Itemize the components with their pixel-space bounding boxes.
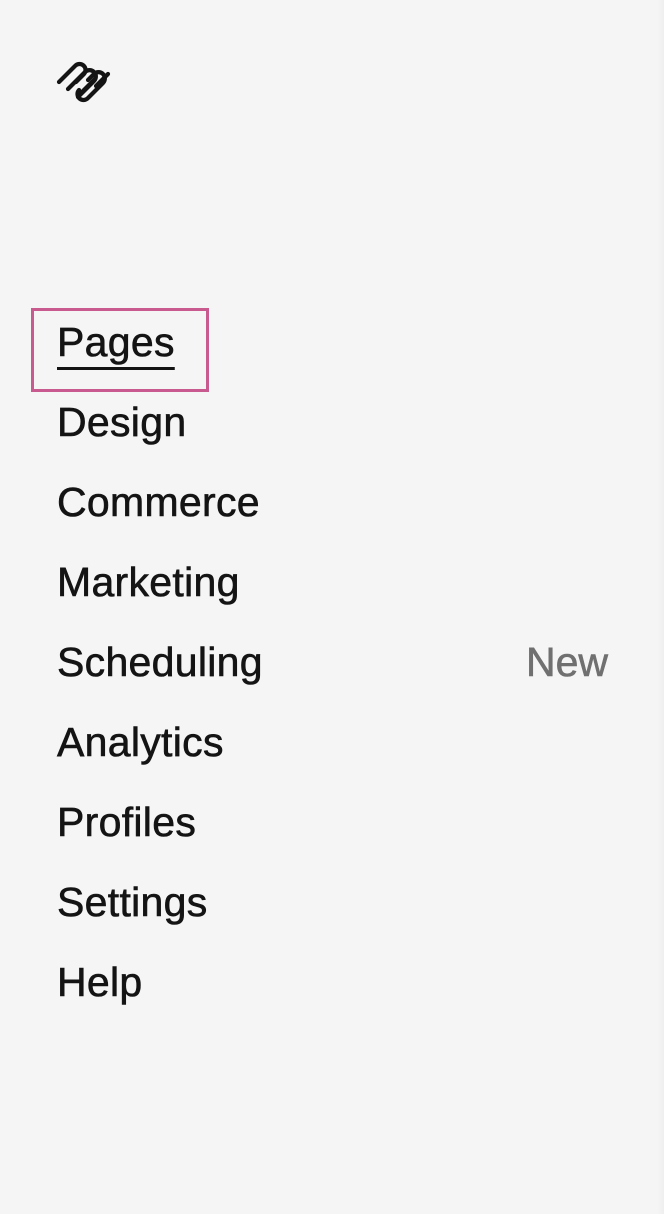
nav-item-commerce[interactable]: Commerce [0,462,664,542]
nav-item-label: Pages [57,318,175,365]
nav-item-label: Help [57,958,143,1005]
nav-item-label: Commerce [57,478,260,525]
nav-item-label: Design [57,398,187,445]
sidebar: Pages Design Commerce Marketing Scheduli… [0,0,664,1214]
nav-item-label: Scheduling [57,638,263,685]
nav-item-marketing[interactable]: Marketing [0,542,664,622]
nav-item-design[interactable]: Design [0,382,664,462]
nav-item-help[interactable]: Help [0,942,664,1022]
nav-item-settings[interactable]: Settings [0,862,664,942]
sidebar-edge [658,0,664,1214]
nav-item-label: Marketing [57,558,240,605]
nav-item-label: Analytics [57,718,224,765]
nav-item-profiles[interactable]: Profiles [0,782,664,862]
nav-item-scheduling[interactable]: Scheduling New [0,622,664,702]
squarespace-logo-icon[interactable] [54,56,114,108]
nav-item-label: Profiles [57,798,197,845]
new-badge: New [525,638,609,685]
nav-item-analytics[interactable]: Analytics [0,702,664,782]
nav-item-label: Settings [57,878,208,925]
nav-item-pages[interactable]: Pages [0,302,664,382]
main-nav: Pages Design Commerce Marketing Scheduli… [0,302,664,1022]
